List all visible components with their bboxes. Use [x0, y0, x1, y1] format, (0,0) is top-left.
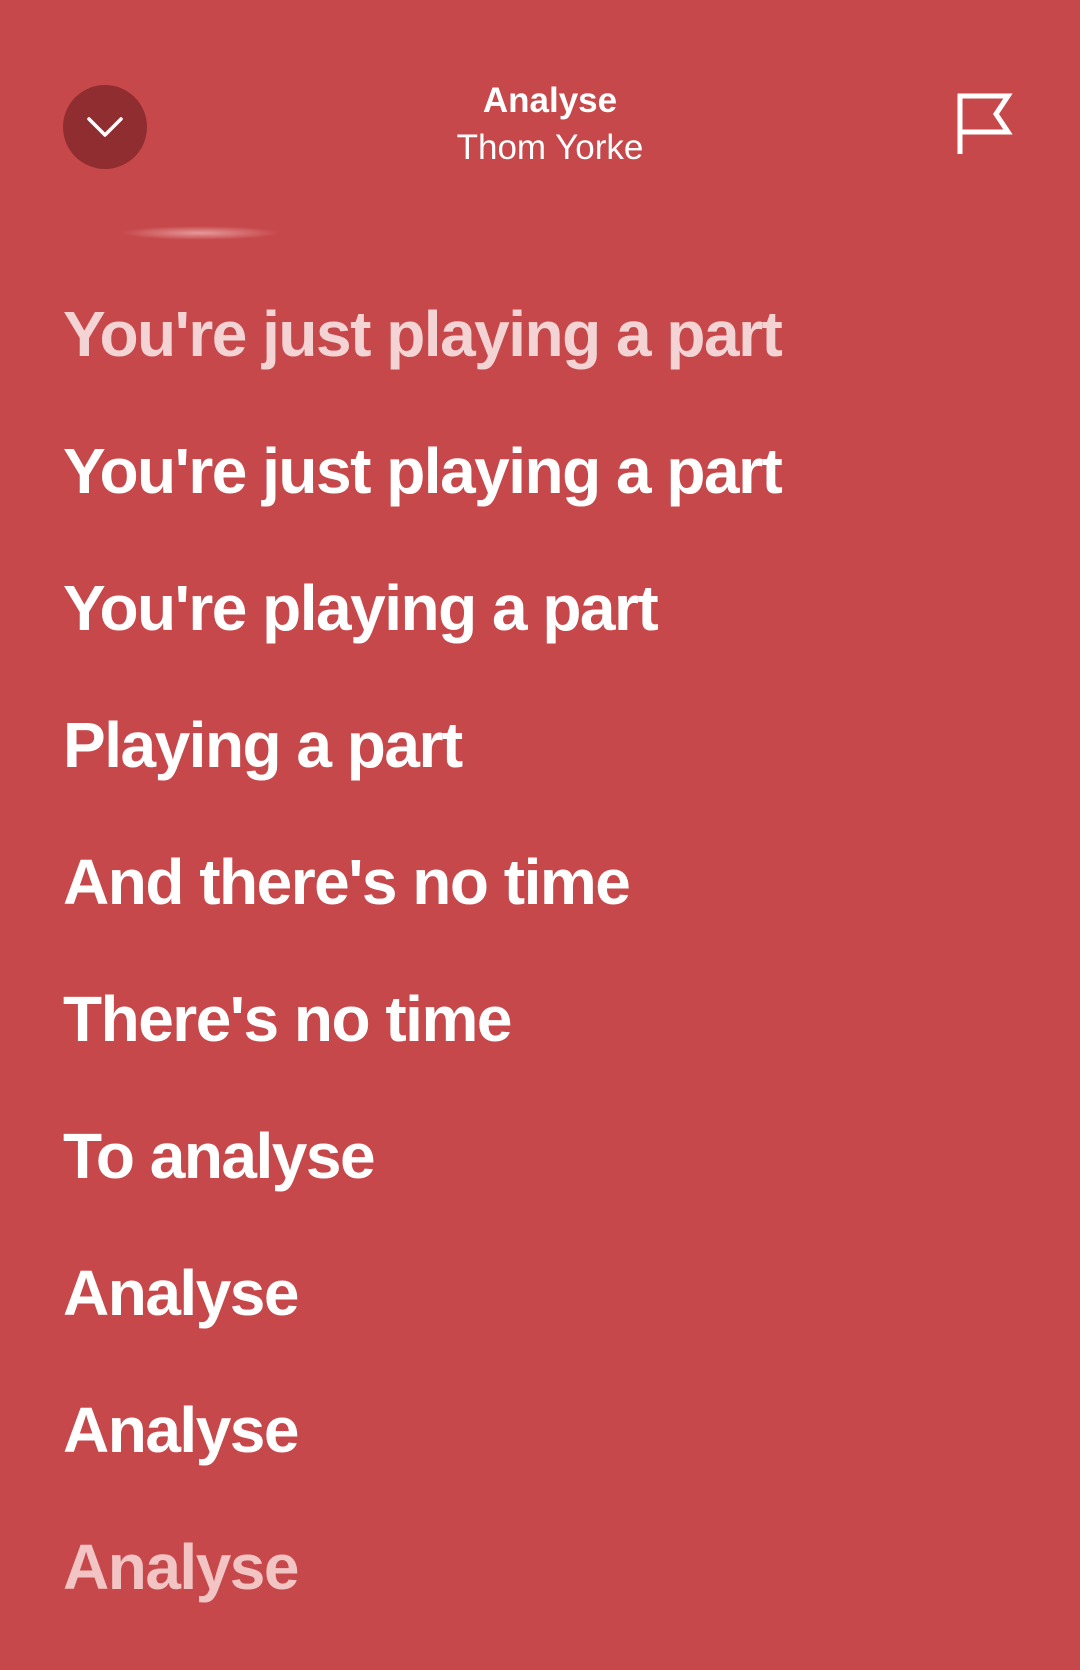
- lyric-line[interactable]: To analyse: [63, 1122, 1023, 1259]
- lyric-line-past[interactable]: You're just playing a part: [63, 300, 1023, 437]
- chevron-down-icon: [87, 117, 123, 137]
- song-title: Analyse: [482, 81, 618, 120]
- lyric-line[interactable]: You're just playing a part: [63, 437, 1023, 574]
- report-button[interactable]: [952, 88, 1014, 158]
- lyric-line[interactable]: Analyse: [63, 1396, 1023, 1533]
- lyric-line[interactable]: And there's no time: [63, 848, 1023, 985]
- collapse-button[interactable]: [63, 85, 147, 169]
- lyric-line[interactable]: Playing a part: [63, 711, 1023, 848]
- lyrics-list: You're just playing a part You're just p…: [63, 300, 1023, 1670]
- lyric-line[interactable]: Analyse: [63, 1259, 1023, 1396]
- lyric-line-fading[interactable]: Analyse: [63, 1533, 1023, 1670]
- flag-icon: [957, 93, 1013, 154]
- previous-line-fade: [120, 226, 280, 240]
- artist-name: Thom Yorke: [456, 128, 644, 167]
- lyric-line[interactable]: There's no time: [63, 985, 1023, 1122]
- lyric-line[interactable]: You're playing a part: [63, 574, 1023, 711]
- track-info: Analyse Thom Yorke: [340, 78, 760, 172]
- lyrics-header: Analyse Thom Yorke: [0, 0, 1080, 240]
